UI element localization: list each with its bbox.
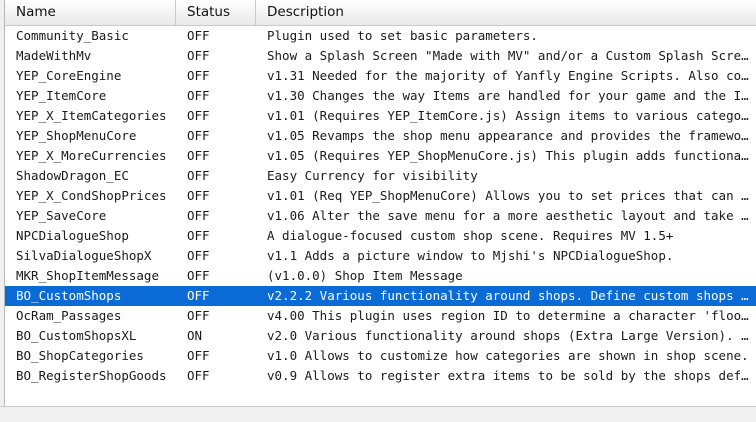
plugin-status-cell: OFF (187, 88, 210, 103)
plugin-status-cell: OFF (187, 268, 210, 283)
plugin-status-cell: OFF (187, 248, 210, 263)
column-header-status[interactable]: Status (176, 0, 256, 25)
plugin-name-cell: YEP_ShopMenuCore (16, 128, 137, 143)
table-row[interactable]: YEP_X_MoreCurrencies OFF v1.05 (Requires Y… (5, 146, 756, 166)
table-row[interactable]: YEP_X_ItemCategories OFF v1.01 (Requires Y… (5, 106, 756, 126)
plugin-status-cell: OFF (187, 348, 210, 363)
plugin-name-cell: MKR_ShopItemMessage (16, 268, 159, 283)
plugin-status-cell: OFF (187, 208, 210, 223)
plugin-status-cell: OFF (187, 68, 210, 83)
plugin-name-cell: YEP_ItemCore (16, 88, 107, 103)
column-header-description[interactable]: Description (256, 0, 756, 25)
table-row[interactable]: YEP_ShopMenuCore OFF v1.05 Revamps the sho… (5, 126, 756, 146)
plugin-name-cell: BO_ShopCategories (16, 348, 144, 363)
plugin-status-cell: ON (187, 328, 203, 343)
plugin-description-cell: v1.01 (Req YEP_ShopMenuCore) Allows you … (267, 188, 756, 203)
plugin-status-cell: OFF (187, 148, 210, 163)
table-row[interactable]: MadeWithMv OFF Show a Splash Screen "Made … (5, 46, 756, 66)
plugin-name-cell: BO_CustomShopsXL (16, 328, 137, 343)
plugin-name-cell: BO_CustomShops (16, 288, 122, 303)
plugin-description-cell: (v1.0.0) Shop Item Message (267, 268, 463, 283)
plugin-description-cell: v4.00 This plugin uses region ID to dete… (267, 308, 756, 323)
table-row[interactable]: NPCDialogueShop OFF A dialogue-focused cus… (5, 226, 756, 246)
plugin-description-cell: v1.31 Needed for the majority of Yanfly … (267, 68, 756, 83)
plugin-name-cell: BO_RegisterShopGoods (16, 368, 167, 383)
plugin-description-cell: v1.05 (Requires YEP_ShopMenuCore.js) Thi… (267, 148, 756, 163)
plugin-status-cell: OFF (187, 28, 210, 43)
plugin-description-cell: Easy Currency for visibility (267, 168, 478, 183)
plugin-description-cell: Plugin used to set basic parameters. (267, 28, 538, 43)
table-row[interactable]: Community_Basic OFF Plugin used to set bas… (5, 26, 756, 46)
plugin-status-cell: OFF (187, 168, 210, 183)
table-row[interactable]: BO_ShopCategories OFF v1.0 Allows to custo… (5, 346, 756, 366)
plugin-name-cell: YEP_CoreEngine (16, 68, 122, 83)
plugin-status-cell: OFF (187, 288, 210, 303)
plugin-description-cell: v1.05 Revamps the shop menu appearance a… (267, 128, 756, 143)
plugin-name-cell: Community_Basic (16, 28, 129, 43)
table-row[interactable]: BO_CustomShops OFF v2.2.2 Various function… (5, 286, 756, 306)
plugin-status-cell: OFF (187, 228, 210, 243)
plugin-name-cell: YEP_X_CondShopPrices (16, 188, 167, 203)
plugin-description-cell: Show a Splash Screen "Made with MV" and/… (267, 48, 756, 63)
plugin-name-cell: MadeWithMv (16, 48, 92, 63)
plugin-description-cell: v2.0 Various functionality around shops … (267, 328, 756, 343)
plugin-status-cell: OFF (187, 368, 210, 383)
table-body: Community_Basic OFF Plugin used to set bas… (5, 26, 756, 386)
plugin-name-cell: ShadowDragon_EC (16, 168, 129, 183)
plugin-name-cell: YEP_X_MoreCurrencies (16, 148, 167, 163)
plugin-name-cell: NPCDialogueShop (16, 228, 129, 243)
plugin-description-cell: v1.1 Adds a picture window to Mjshi's NP… (267, 248, 674, 263)
table-row[interactable]: OcRam_Passages OFF v4.00 This plugin uses … (5, 306, 756, 326)
table-header: Name Status Description (5, 0, 756, 26)
table-row[interactable]: ShadowDragon_EC OFF Easy Currency for visi… (5, 166, 756, 186)
plugin-status-cell: OFF (187, 308, 210, 323)
plugin-status-cell: OFF (187, 108, 210, 123)
table-row[interactable]: YEP_CoreEngine OFF v1.31 Needed for the ma… (5, 66, 756, 86)
plugin-description-cell: v1.0 Allows to customize how categories … (267, 348, 749, 363)
table-bottom-edge (0, 406, 756, 422)
table-row[interactable]: MKR_ShopItemMessage OFF (v1.0.0) Shop Item… (5, 266, 756, 286)
column-header-name[interactable]: Name (5, 0, 176, 25)
plugin-description-cell: v0.9 Allows to register extra items to b… (267, 368, 756, 383)
plugin-status-cell: OFF (187, 48, 210, 63)
table-row[interactable]: BO_CustomShopsXL ON v2.0 Various functiona… (5, 326, 756, 346)
plugin-list-table[interactable]: Name Status Description Community_Basic O… (4, 0, 756, 406)
plugin-status-cell: OFF (187, 128, 210, 143)
table-row[interactable]: YEP_X_CondShopPrices OFF v1.01 (Req YEP_Sh… (5, 186, 756, 206)
plugin-name-cell: OcRam_Passages (16, 308, 122, 323)
plugin-description-cell: v1.30 Changes the way Items are handled … (267, 88, 756, 103)
plugin-description-cell: v1.01 (Requires YEP_ItemCore.js) Assign … (267, 108, 756, 123)
plugin-name-cell: YEP_SaveCore (16, 208, 107, 223)
plugin-description-cell: v2.2.2 Various functionality around shop… (267, 288, 756, 303)
plugin-name-cell: SilvaDialogueShopX (16, 248, 152, 263)
plugin-description-cell: A dialogue-focused custom shop scene. Re… (267, 228, 674, 243)
table-row[interactable]: YEP_ItemCore OFF v1.30 Changes the way Ite… (5, 86, 756, 106)
plugin-description-cell: v1.06 Alter the save menu for a more aes… (267, 208, 756, 223)
plugin-name-cell: YEP_X_ItemCategories (16, 108, 167, 123)
table-row[interactable]: BO_RegisterShopGoods OFF v0.9 Allows to re… (5, 366, 756, 386)
table-row[interactable]: SilvaDialogueShopX OFF v1.1 Adds a picture… (5, 246, 756, 266)
plugin-status-cell: OFF (187, 188, 210, 203)
table-row[interactable]: YEP_SaveCore OFF v1.06 Alter the save menu… (5, 206, 756, 226)
